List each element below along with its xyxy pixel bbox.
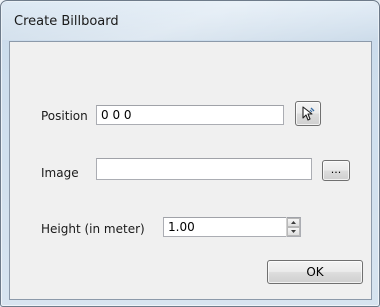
image-path-input[interactable] [96, 158, 312, 180]
height-label: Height (in meter) [41, 222, 145, 236]
dialog-title: Create Billboard [14, 14, 119, 29]
spin-down-button[interactable] [287, 227, 300, 236]
pointer-pick-icon [302, 106, 315, 121]
dialog-client-area: Position 0 0 0 Image ... Height (in mete… [9, 41, 372, 300]
pick-position-button[interactable] [295, 101, 321, 126]
image-label: Image [41, 166, 79, 180]
browse-image-button[interactable]: ... [322, 160, 350, 181]
dialog-window: Create Billboard Position 0 0 0 Image ..… [0, 0, 380, 307]
position-label: Position [41, 109, 88, 123]
spin-down-arrow-icon [291, 230, 296, 233]
spin-up-button[interactable] [287, 218, 300, 227]
height-spinbox-buttons [286, 217, 300, 237]
title-bar[interactable]: Create Billboard [2, 2, 378, 40]
height-spinbox-input[interactable]: 1.00 [163, 217, 301, 237]
spin-up-arrow-icon [291, 221, 296, 224]
position-input[interactable]: 0 0 0 [96, 105, 284, 125]
ok-button[interactable]: OK [267, 260, 363, 284]
